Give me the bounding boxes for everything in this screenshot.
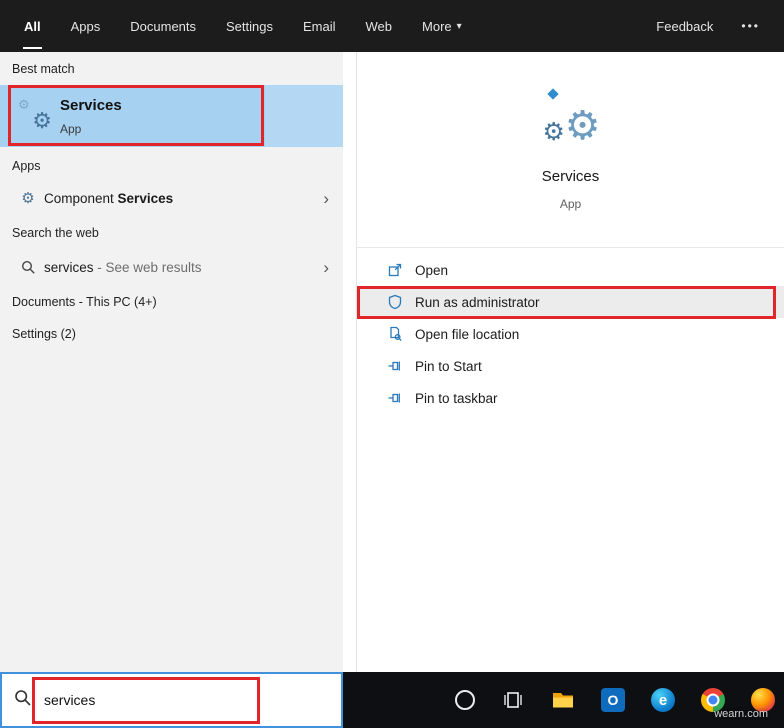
preview-panel: ⚙ ⚙ Services App Open Run as administrat… <box>356 52 784 672</box>
action-label: Run as administrator <box>415 294 540 310</box>
result-label: services - See web results <box>44 259 202 275</box>
result-component-services[interactable]: ⚙ Component Services › <box>0 183 343 213</box>
action-label: Pin to Start <box>415 358 482 374</box>
open-icon <box>388 263 402 277</box>
component-services-icon: ⚙ <box>21 188 35 207</box>
result-web-search[interactable]: services - See web results › <box>0 251 343 283</box>
results-panel: Best match ⚙ ⚙ Services App Apps ⚙ Compo… <box>0 52 343 672</box>
search-icon <box>14 689 32 712</box>
chevron-right-icon[interactable]: › <box>323 259 329 276</box>
gear-icon: ⚙ <box>564 103 601 149</box>
gear-icon: ⚙ <box>18 98 30 113</box>
tab-settings[interactable]: Settings <box>226 0 273 52</box>
topbar-right: Feedback ••• <box>656 0 760 52</box>
feedback-button[interactable]: Feedback <box>656 19 713 34</box>
best-match-header: Best match <box>12 62 75 76</box>
action-label: Open <box>415 262 449 278</box>
search-topbar: All Apps Documents Settings Email Web Mo… <box>0 0 784 52</box>
windows-search-flyout: All Apps Documents Settings Email Web Mo… <box>0 0 784 728</box>
tab-all[interactable]: All <box>23 0 42 52</box>
tab-more-label: More <box>422 18 452 34</box>
gear-icon: ⚙ <box>32 109 52 134</box>
action-open[interactable]: Open <box>357 254 784 286</box>
tab-email[interactable]: Email <box>303 0 336 52</box>
tab-more[interactable]: More ▾ <box>422 0 462 52</box>
pin-icon <box>388 393 400 403</box>
action-label: Open file location <box>415 326 520 342</box>
tab-documents[interactable]: Documents <box>130 0 196 52</box>
preview-title: Services <box>541 168 600 185</box>
best-match-result-services[interactable]: ⚙ ⚙ Services App <box>0 85 343 147</box>
divider <box>357 247 784 248</box>
best-match-expand-area[interactable] <box>265 85 343 147</box>
chevron-right-icon[interactable]: › <box>323 190 329 207</box>
search-icon <box>20 259 36 275</box>
best-match-subtitle: App <box>60 122 82 136</box>
web-section-header: Search the web <box>12 226 99 240</box>
settings-group-header[interactable]: Settings (2) <box>12 327 76 341</box>
best-match-title: Services <box>60 97 122 114</box>
action-pin-to-start[interactable]: Pin to Start <box>357 350 784 382</box>
documents-group-header[interactable]: Documents - This PC (4+) <box>12 295 157 309</box>
more-options-icon[interactable]: ••• <box>741 19 760 33</box>
action-run-as-administrator[interactable]: Run as administrator <box>357 286 784 318</box>
apps-section-header: Apps <box>12 159 41 173</box>
action-label: Pin to taskbar <box>415 390 498 406</box>
preview-subtitle: App <box>559 197 582 211</box>
filter-tabs: All Apps Documents Settings Email Web Mo… <box>23 0 462 52</box>
file-explorer-icon[interactable] <box>551 688 575 712</box>
outlook-icon[interactable]: O <box>601 688 625 712</box>
chevron-down-icon: ▾ <box>456 20 462 32</box>
edge-icon[interactable]: e <box>651 688 675 712</box>
pin-icon <box>388 361 400 371</box>
taskbar-search-box[interactable] <box>0 672 343 728</box>
services-app-icon: ⚙ ⚙ <box>18 99 52 133</box>
search-input[interactable] <box>42 691 266 709</box>
action-open-file-location[interactable]: Open file location <box>357 318 784 350</box>
result-label: Component Services <box>44 190 174 206</box>
tab-web[interactable]: Web <box>366 0 393 52</box>
watermark: wearn.com <box>714 708 768 720</box>
cortana-icon[interactable] <box>455 690 475 710</box>
admin-shield-icon <box>388 294 402 310</box>
file-location-icon <box>390 326 402 342</box>
action-pin-to-taskbar[interactable]: Pin to taskbar <box>357 382 784 414</box>
sparkle-icon <box>546 88 559 100</box>
task-view-icon[interactable] <box>501 688 525 712</box>
services-app-icon-large: ⚙ ⚙ <box>541 88 601 146</box>
tab-apps[interactable]: Apps <box>71 0 101 52</box>
gear-icon: ⚙ <box>542 117 565 146</box>
